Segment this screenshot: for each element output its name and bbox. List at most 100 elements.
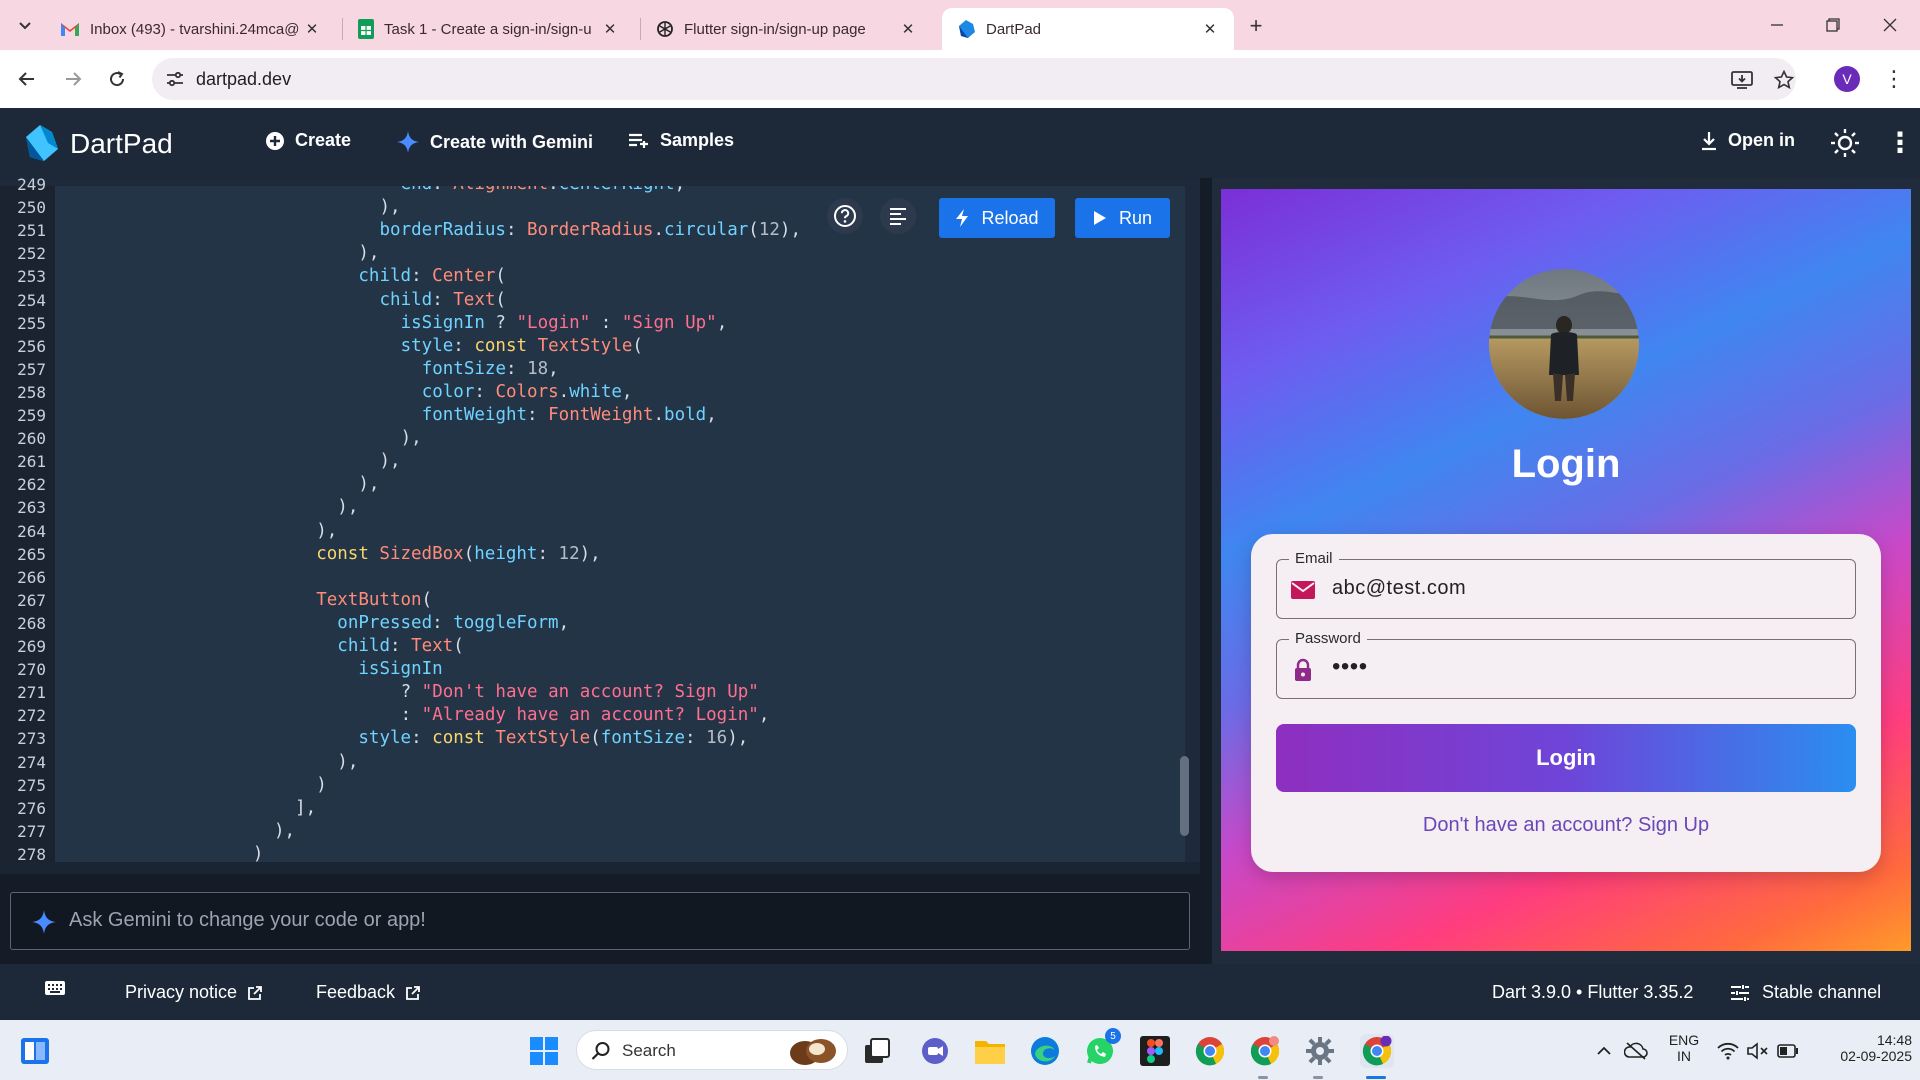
taskbar-search-box[interactable]: Search xyxy=(576,1030,848,1070)
help-button[interactable] xyxy=(827,198,863,234)
onedrive-offline-icon[interactable] xyxy=(1622,1034,1650,1068)
signup-link[interactable]: Don't have an account? Sign Up xyxy=(1251,814,1881,837)
chrome-icon[interactable] xyxy=(1193,1034,1227,1068)
format-button[interactable] xyxy=(880,198,916,234)
settings-gear-icon[interactable] xyxy=(1303,1034,1337,1068)
figma-icon[interactable] xyxy=(1138,1034,1172,1068)
reload-page-button[interactable] xyxy=(100,62,134,96)
line-number: 266 xyxy=(17,567,46,587)
code-line: ), xyxy=(358,473,379,496)
code-line: child: Text( xyxy=(337,635,463,658)
widgets-icon[interactable] xyxy=(18,1034,52,1068)
close-window-button[interactable] xyxy=(1875,12,1905,38)
reload-button[interactable]: Reload xyxy=(939,198,1055,238)
editor-scrollbar[interactable] xyxy=(1180,756,1189,836)
code-token: : xyxy=(432,186,453,194)
site-settings-icon[interactable] xyxy=(162,66,188,92)
close-icon[interactable]: ✕ xyxy=(302,19,322,39)
code-line: ? "Don't have an account? Sign Up" xyxy=(401,681,759,704)
feedback-label: Feedback xyxy=(316,982,396,1002)
windows-start-icon[interactable] xyxy=(527,1034,561,1068)
code-token: ), xyxy=(579,543,601,564)
tab-gmail[interactable]: Inbox (493) - tvarshini.24mca@ ✕ xyxy=(46,8,336,50)
code-line: borderRadius: BorderRadius.circular(12), xyxy=(380,219,802,242)
new-tab-button[interactable]: + xyxy=(1242,12,1270,40)
channel-selector[interactable]: Stable channel xyxy=(1730,982,1881,1003)
task-view-icon[interactable] xyxy=(860,1034,894,1068)
dart-icon xyxy=(959,20,975,38)
keyboard-shortcuts-button[interactable] xyxy=(44,980,66,996)
code-token: : xyxy=(527,405,549,425)
code-token: 12 xyxy=(558,543,580,564)
code-token: white xyxy=(569,381,622,402)
code-token: ), xyxy=(379,451,401,472)
clock[interactable]: 14:48 02-09-2025 xyxy=(1812,1032,1912,1064)
profile-avatar[interactable]: V xyxy=(1834,66,1860,92)
line-number: 259 xyxy=(17,406,46,425)
code-token: ( xyxy=(421,589,433,610)
code-token: ) xyxy=(252,843,264,862)
create-button[interactable]: Create xyxy=(265,130,351,151)
login-button[interactable]: Login xyxy=(1276,724,1856,792)
line-number: 276 xyxy=(17,798,46,818)
prompt-placeholder: Ask Gemini to change your code or app! xyxy=(69,909,426,931)
email-field[interactable]: Email abc@test.com xyxy=(1276,550,1856,619)
chrome-active-icon[interactable] xyxy=(1360,1034,1394,1068)
close-icon[interactable]: ✕ xyxy=(600,19,620,39)
forward-button[interactable] xyxy=(56,62,90,96)
samples-button[interactable]: Samples xyxy=(628,130,734,151)
bookmark-star-icon[interactable] xyxy=(1772,69,1796,91)
feedback-link[interactable]: Feedback xyxy=(316,982,421,1003)
install-app-icon[interactable] xyxy=(1730,69,1754,91)
code-token: TextButton xyxy=(316,589,422,610)
code-token: ), xyxy=(358,243,380,264)
login-card: Email abc@test.com Password •••• Login D… xyxy=(1251,534,1881,872)
code-token: ), xyxy=(316,520,338,541)
clock-time: 14:48 xyxy=(1876,1032,1912,1048)
code-token: ( xyxy=(463,543,475,564)
gmail-icon xyxy=(61,23,79,36)
version-info: Dart 3.9.0 • Flutter 3.35.2 xyxy=(1492,982,1694,1002)
code-line: isSignIn xyxy=(358,658,442,681)
volume-muted-icon[interactable] xyxy=(1744,1034,1772,1068)
tab-dartpad[interactable]: DartPad ✕ xyxy=(942,8,1234,50)
reload-label: Reload xyxy=(981,207,1039,228)
code-token: Text xyxy=(453,289,496,310)
split-divider[interactable] xyxy=(1200,178,1212,964)
minimize-button[interactable] xyxy=(1762,12,1792,38)
tab-search-button[interactable] xyxy=(10,11,40,39)
code-token: . xyxy=(558,381,570,402)
tab-chatgpt[interactable]: Flutter sign-in/sign-up page ✕ xyxy=(642,8,932,50)
password-field[interactable]: Password •••• xyxy=(1276,630,1856,699)
edge-browser-icon[interactable] xyxy=(1028,1034,1062,1068)
open-in-button[interactable]: Open in xyxy=(1700,130,1795,151)
url-bar[interactable]: dartpad.dev xyxy=(152,58,1796,100)
bolt-icon xyxy=(955,208,969,228)
battery-icon[interactable] xyxy=(1774,1034,1802,1068)
whatsapp-icon[interactable]: 5 xyxy=(1083,1028,1121,1068)
create-with-gemini-button[interactable]: Create with Gemini xyxy=(396,130,593,154)
close-icon[interactable]: ✕ xyxy=(1200,19,1220,39)
wifi-icon[interactable] xyxy=(1714,1034,1742,1068)
gemini-prompt-input[interactable]: Ask Gemini to change your code or app! xyxy=(10,892,1190,950)
browser-menu-icon[interactable]: ⋮ xyxy=(1882,64,1906,94)
tab-sheets[interactable]: Task 1 - Create a sign-in/sign-u ✕ xyxy=(344,8,634,50)
run-button[interactable]: Run xyxy=(1075,198,1170,238)
back-button[interactable] xyxy=(10,62,44,96)
input-language[interactable]: ENG IN xyxy=(1664,1032,1704,1064)
more-options-icon[interactable]: ⋮ xyxy=(1886,126,1914,159)
code-token: : xyxy=(474,381,496,402)
code-area[interactable]: end: Alignment.centerRight,),borderRadiu… xyxy=(55,186,1185,862)
code-line: ], xyxy=(295,797,316,820)
channel-label: Stable channel xyxy=(1762,982,1882,1002)
teams-chat-icon[interactable] xyxy=(918,1034,952,1068)
chrome-profile-icon[interactable] xyxy=(1248,1034,1282,1068)
restore-button[interactable] xyxy=(1818,12,1848,38)
file-explorer-icon[interactable] xyxy=(973,1034,1007,1068)
theme-toggle-button[interactable] xyxy=(1830,128,1860,158)
code-token: 16 xyxy=(706,728,728,749)
code-token: "Already have an account? Login" xyxy=(421,705,759,726)
chevron-up-icon[interactable] xyxy=(1592,1034,1616,1068)
close-icon[interactable]: ✕ xyxy=(898,19,918,39)
privacy-notice-link[interactable]: Privacy notice xyxy=(125,982,263,1003)
